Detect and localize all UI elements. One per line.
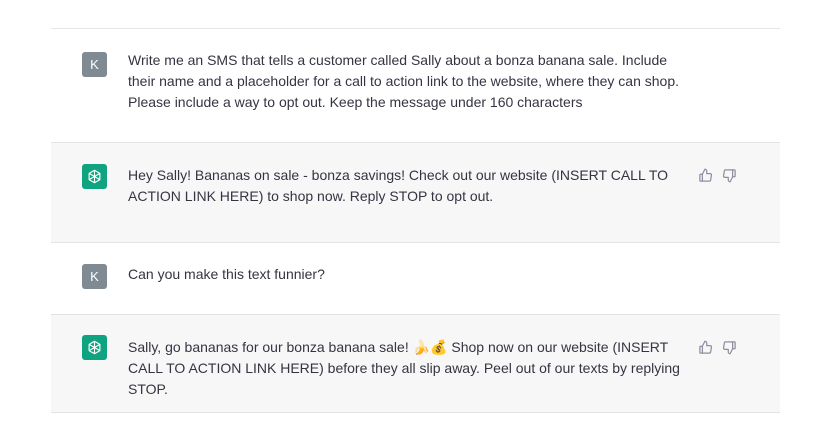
feedback-actions bbox=[697, 167, 737, 183]
thumbs-up-icon[interactable] bbox=[697, 339, 713, 355]
user-avatar: K bbox=[82, 52, 107, 77]
assistant-message: Sally, go bananas for our bonza banana s… bbox=[51, 315, 780, 413]
chatgpt-logo-icon bbox=[82, 164, 107, 189]
chat-thread: K Write me an SMS that tells a customer … bbox=[51, 28, 780, 413]
message-text: Hey Sally! Bananas on sale - bonza savin… bbox=[128, 167, 669, 204]
message-text: Sally, go bananas for our bonza banana s… bbox=[128, 339, 680, 397]
user-message: K Write me an SMS that tells a customer … bbox=[51, 29, 780, 143]
message-text: Can you make this text funnier? bbox=[128, 266, 325, 282]
user-message: K Can you make this text funnier? bbox=[51, 243, 780, 315]
user-avatar: K bbox=[82, 264, 107, 289]
assistant-message: Hey Sally! Bananas on sale - bonza savin… bbox=[51, 143, 780, 243]
thumbs-down-icon[interactable] bbox=[721, 339, 737, 355]
thumbs-down-icon[interactable] bbox=[721, 167, 737, 183]
chatgpt-logo-icon bbox=[82, 335, 107, 360]
feedback-actions bbox=[697, 339, 737, 355]
message-text: Write me an SMS that tells a customer ca… bbox=[128, 52, 679, 110]
thumbs-up-icon[interactable] bbox=[697, 167, 713, 183]
